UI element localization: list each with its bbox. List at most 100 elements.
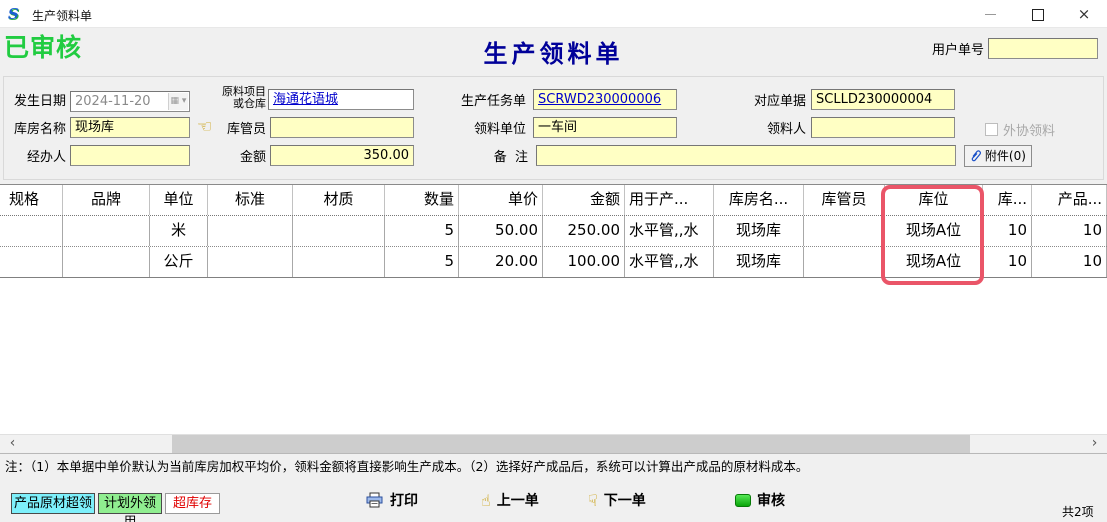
grid-row-1: 公斤520.00100.00水平管,,水现场库现场A位1010 (0, 247, 1107, 278)
grid-cell[interactable]: 5 (385, 216, 459, 246)
keeper-input[interactable] (270, 117, 414, 138)
handler-input[interactable] (70, 145, 190, 166)
printer-icon (366, 492, 384, 508)
grid-header-row: 规格品牌单位标准材质数量单价金额用于产...库房名...库管员库位库...产品.… (0, 185, 1107, 216)
grid-cell[interactable]: 水平管,,水 (625, 247, 714, 277)
grid-cell[interactable]: 50.00 (459, 216, 543, 246)
grid-cell[interactable]: 20.00 (459, 247, 543, 277)
user-no-label: 用户单号 (928, 40, 984, 61)
grid-cell[interactable] (293, 247, 385, 277)
maximize-button[interactable] (1017, 0, 1057, 28)
minimize-icon (985, 14, 996, 15)
grid-cell[interactable] (0, 247, 63, 277)
scroll-right-button[interactable]: › (1082, 435, 1107, 453)
column-header-1[interactable]: 品牌 (63, 185, 150, 215)
close-button[interactable]: × (1064, 0, 1104, 28)
audit-button[interactable]: 审核 (735, 489, 785, 511)
grid-cell[interactable] (63, 216, 150, 246)
scrollbar-thumb[interactable] (172, 435, 970, 453)
hand-down-icon: ☟ (588, 491, 598, 510)
warehouse-input[interactable]: 现场库 (70, 117, 190, 138)
grid-cell[interactable]: 250.00 (543, 216, 625, 246)
grid-cell[interactable]: 水平管,,水 (625, 216, 714, 246)
chip-over-stock[interactable]: 超库存 (165, 493, 220, 514)
column-header-0[interactable]: 规格 (0, 185, 63, 215)
column-header-5[interactable]: 数量 (385, 185, 459, 215)
attachment-button[interactable]: 附件(0) (964, 145, 1032, 167)
title-bar: S 生产领料单 × (0, 0, 1107, 28)
picker-input[interactable] (811, 117, 955, 138)
grid-cell[interactable]: 10 (1032, 247, 1107, 277)
grid-cell[interactable] (804, 247, 885, 277)
date-input[interactable]: 2024-11-20 ▦ ▾ (70, 91, 190, 112)
picker-label: 领料人 (765, 119, 806, 140)
column-header-8[interactable]: 用于产... (625, 185, 714, 215)
ref-doc-input[interactable]: SCLLD230000004 (811, 89, 955, 110)
grid-cell[interactable] (208, 216, 293, 246)
grid-cell[interactable]: 10 (983, 247, 1032, 277)
column-header-10[interactable]: 库管员 (804, 185, 885, 215)
grid-cell[interactable] (804, 216, 885, 246)
next-doc-button[interactable]: ☟ 下一单 (588, 489, 646, 511)
horizontal-scrollbar: ‹ › (0, 434, 1107, 452)
pick-unit-label: 领料单位 (470, 119, 526, 140)
amount-input[interactable]: 350.00 (270, 145, 414, 166)
note-bar: 注：（1）本单据中单价默认为当前库房加权平均价，领料金额将直接影响生产成本。（2… (0, 453, 1107, 480)
grid-row-0: 米550.00250.00水平管,,水现场库现场A位1010 (0, 216, 1107, 247)
scroll-left-button[interactable]: ‹ (0, 435, 25, 453)
warehouse-label: 库房名称 (12, 119, 66, 140)
grid-cell[interactable] (208, 247, 293, 277)
column-header-2[interactable]: 单位 (150, 185, 208, 215)
column-header-11[interactable]: 库位 (885, 185, 983, 215)
ref-doc-label: 对应单据 (750, 91, 806, 112)
hand-up-icon: ☝ (481, 491, 491, 510)
window-title: 生产领料单 (32, 7, 92, 24)
grid-cell[interactable]: 10 (1032, 216, 1107, 246)
grid-cell[interactable]: 现场A位 (885, 216, 983, 246)
column-header-9[interactable]: 库房名... (714, 185, 804, 215)
column-header-12[interactable]: 库... (983, 185, 1032, 215)
user-no-input[interactable] (988, 38, 1098, 59)
grid-cell[interactable]: 10 (983, 216, 1032, 246)
grid-cell[interactable] (293, 216, 385, 246)
remark-input[interactable] (536, 145, 956, 166)
item-count: 共2项 (1062, 503, 1094, 520)
previous-doc-button[interactable]: ☝ 上一单 (481, 489, 539, 511)
pick-unit-input[interactable]: 一车间 (533, 117, 677, 138)
task-order-label: 生产任务单 (458, 91, 526, 112)
hand-pick-icon[interactable]: ☜ (197, 117, 212, 137)
remark-label: 备 注 (486, 147, 528, 168)
outsource-label: 外协领料 (1003, 120, 1055, 139)
column-header-3[interactable]: 标准 (208, 185, 293, 215)
grid-cell[interactable] (0, 216, 63, 246)
grid-cell[interactable] (63, 247, 150, 277)
grid-cell[interactable]: 米 (150, 216, 208, 246)
print-button[interactable]: 打印 (366, 489, 418, 511)
grid-cell[interactable]: 现场库 (714, 247, 804, 277)
date-label: 发生日期 (12, 91, 66, 112)
task-order-link[interactable]: SCRWD230000006 (533, 89, 677, 110)
grid-cell[interactable]: 5 (385, 247, 459, 277)
paperclip-icon (970, 149, 981, 163)
calendar-dropdown-icon[interactable]: ▦ ▾ (168, 93, 188, 110)
grid-cell[interactable]: 现场库 (714, 216, 804, 246)
column-header-7[interactable]: 金额 (543, 185, 625, 215)
chip-unplanned-pick[interactable]: 计划外领用 (98, 493, 162, 514)
handler-label: 经办人 (25, 147, 66, 168)
column-header-6[interactable]: 单价 (459, 185, 543, 215)
keeper-label: 库管员 (225, 119, 266, 140)
maximize-icon (1032, 9, 1044, 21)
outsource-checkbox[interactable] (985, 123, 998, 136)
column-header-4[interactable]: 材质 (293, 185, 385, 215)
amount-label: 金额 (238, 147, 266, 168)
chip-product-over-pick[interactable]: 产品原材超领 (11, 493, 95, 514)
items-grid: 规格品牌单位标准材质数量单价金额用于产...库房名...库管员库位库...产品.… (0, 184, 1107, 434)
material-project-link[interactable]: 海通花语城 (268, 89, 414, 110)
app-icon: S (8, 5, 26, 23)
grid-cell[interactable]: 现场A位 (885, 247, 983, 277)
column-header-13[interactable]: 产品... (1032, 185, 1107, 215)
material-project-label: 原料项目或仓库 (212, 86, 266, 110)
grid-cell[interactable]: 公斤 (150, 247, 208, 277)
grid-cell[interactable]: 100.00 (543, 247, 625, 277)
minimize-button[interactable] (970, 0, 1010, 28)
